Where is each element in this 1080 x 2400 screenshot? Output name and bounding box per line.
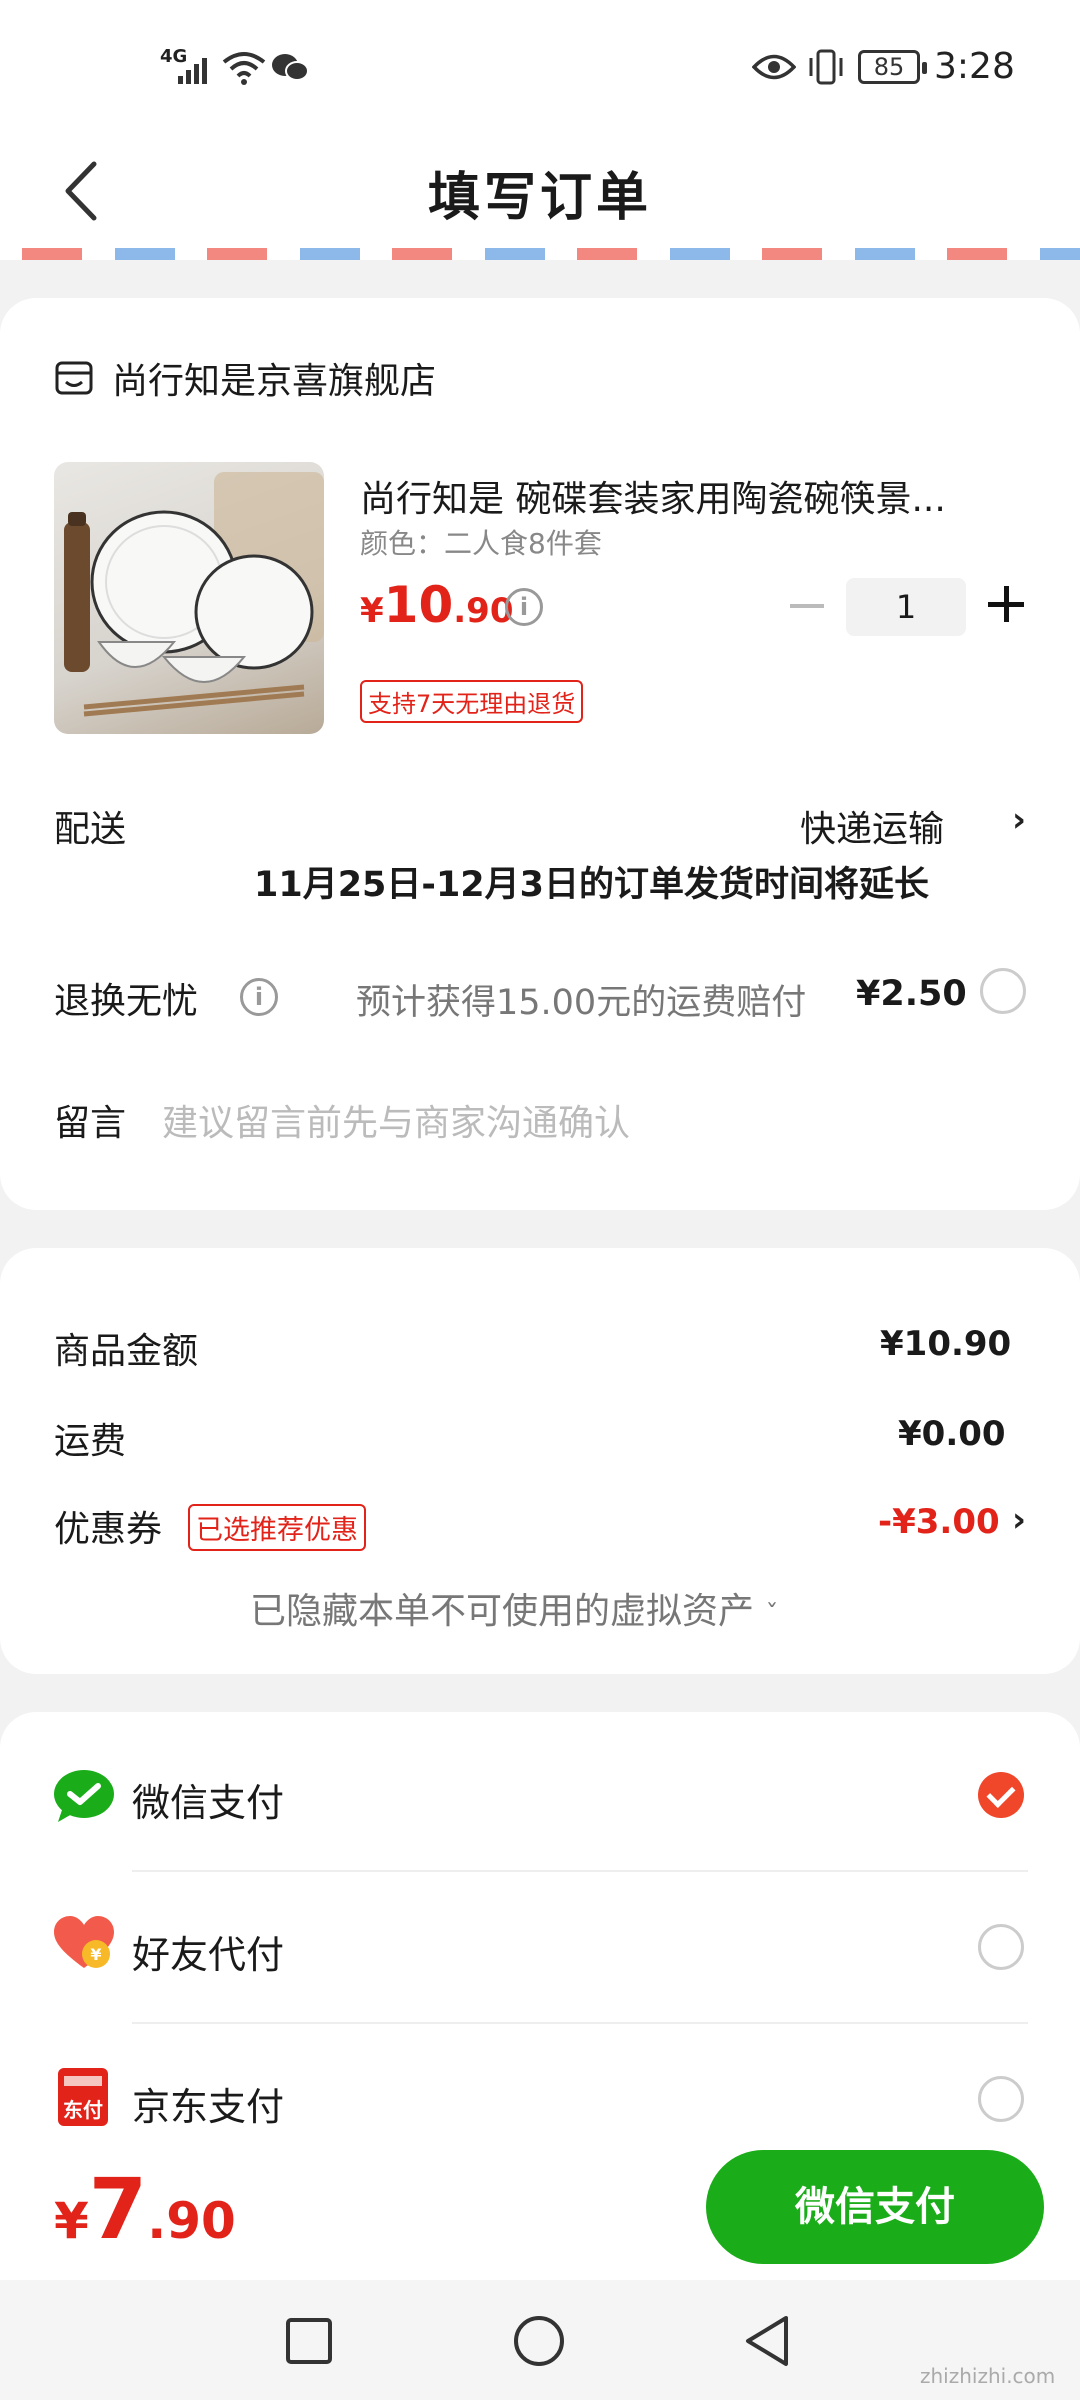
product-spec[interactable]: 颜色：二人食8件套 [360,522,602,562]
message-input[interactable]: 建议留言前先与商家沟通确认 [162,1094,630,1146]
payment-radio-wechat[interactable] [978,1772,1024,1818]
product-price: ¥10.90 [360,576,514,634]
wechat-notification-icon [272,54,309,81]
shop-icon [55,361,93,395]
goods-amount-value: ¥10.90 [880,1324,1012,1364]
total-integer: 7 [88,2160,148,2258]
shop-row[interactable]: 尚行知是京喜旗舰店 [54,350,436,406]
goods-amount-label: 商品金额 [54,1331,199,1372]
battery-indicator: 85 [858,50,927,84]
return-policy-tag: 支持7天无理由退货 [360,680,584,723]
product-image[interactable] [54,462,324,734]
vibrate-icon [809,49,843,85]
payment-option-label: 京东支付 [132,2085,285,2129]
order-total: ¥7.90 [54,2160,236,2258]
order-card [0,298,1080,1210]
airmail-stripe [0,248,1080,260]
price-symbol: ¥ [360,591,384,631]
tableware-illustration [64,472,324,717]
payment-option-wechat[interactable]: 微信支付 [0,1720,1080,1870]
shipping-value: ¥0.00 [898,1414,1006,1454]
increase-quantity-button[interactable] [988,586,1024,622]
coupon-value[interactable]: -¥3.00 [878,1502,1000,1542]
payment-option-label: 好友代付 [132,1933,285,1977]
delivery-method[interactable]: 快递运输 [800,800,944,852]
recent-apps-icon[interactable] [284,2316,334,2366]
hidden-assets-toggle[interactable]: 已隐藏本单不可使用的虚拟资产 ˇ [250,1582,778,1634]
chevron-down-icon: ˇ [765,1600,779,1630]
return-insurance-info-icon[interactable]: i [240,978,278,1016]
wifi-icon [222,52,266,85]
payment-radio-friend[interactable] [978,1924,1024,1970]
signal-icon [178,58,207,84]
system-nav-bar: zhizhizhi.com [0,2280,1080,2400]
payment-option-label: 微信支付 [132,1781,285,1825]
message-label: 留言 [54,1103,127,1144]
jd-pay-icon: 东付 [58,2068,108,2126]
svg-text:¥: ¥ [90,1945,101,1964]
back-nav-icon[interactable] [742,2314,792,2368]
page-header: 填写订单 [0,130,1080,260]
pay-button[interactable]: 微信支付 [706,2150,1044,2264]
total-symbol: ¥ [54,2192,89,2250]
price-integer: 10 [383,576,454,634]
decrease-quantity-button[interactable] [790,604,824,608]
status-bar: 4G 85 3:28 [0,0,1080,130]
jd-pay-icon-text: 东付 [63,2098,103,2122]
coupon-tag: 已选推荐优惠 [188,1504,366,1551]
delivery-label: 配送 [54,809,127,850]
return-insurance-label: 退换无忧 [54,981,199,1022]
wechat-pay-icon [54,1770,114,1822]
hidden-assets-text: 已隐藏本单不可使用的虚拟资产 [250,1591,755,1632]
payment-option-friend[interactable]: ¥ 好友代付 [0,1872,1080,2022]
payment-radio-jd[interactable] [978,2076,1024,2122]
return-insurance-price: ¥2.50 [856,974,967,1014]
payment-option-jd[interactable]: 东付 京东支付 [0,2024,1080,2134]
return-insurance-desc: 预计获得15.00元的运费赔付 [356,983,807,1023]
watermark: zhizhizhi.com [920,2364,1056,2388]
price-info-icon[interactable]: i [505,588,543,626]
shop-name: 尚行知是京喜旗舰店 [112,361,437,402]
coupon-label: 优惠券 [54,1509,163,1550]
product-name[interactable]: 尚行知是 碗碟套装家用陶瓷碗筷景... [360,470,1000,522]
delivery-notice: 11月25日-12月3日的订单发货时间将延长 [254,865,929,905]
shipping-label: 运费 [54,1421,127,1462]
home-icon[interactable] [512,2314,566,2368]
clock: 3:28 [934,46,1015,87]
friend-pay-heart-icon: ¥ [54,1916,114,1968]
page-title: 填写订单 [427,168,652,228]
quantity-field[interactable]: 1 [846,578,966,636]
total-decimal: .90 [147,2192,236,2250]
coupon-chevron-icon[interactable]: › [1012,1500,1026,1540]
return-insurance-radio[interactable] [980,968,1026,1014]
eye-icon [752,54,796,80]
delivery-chevron-icon[interactable]: › [1012,800,1026,840]
